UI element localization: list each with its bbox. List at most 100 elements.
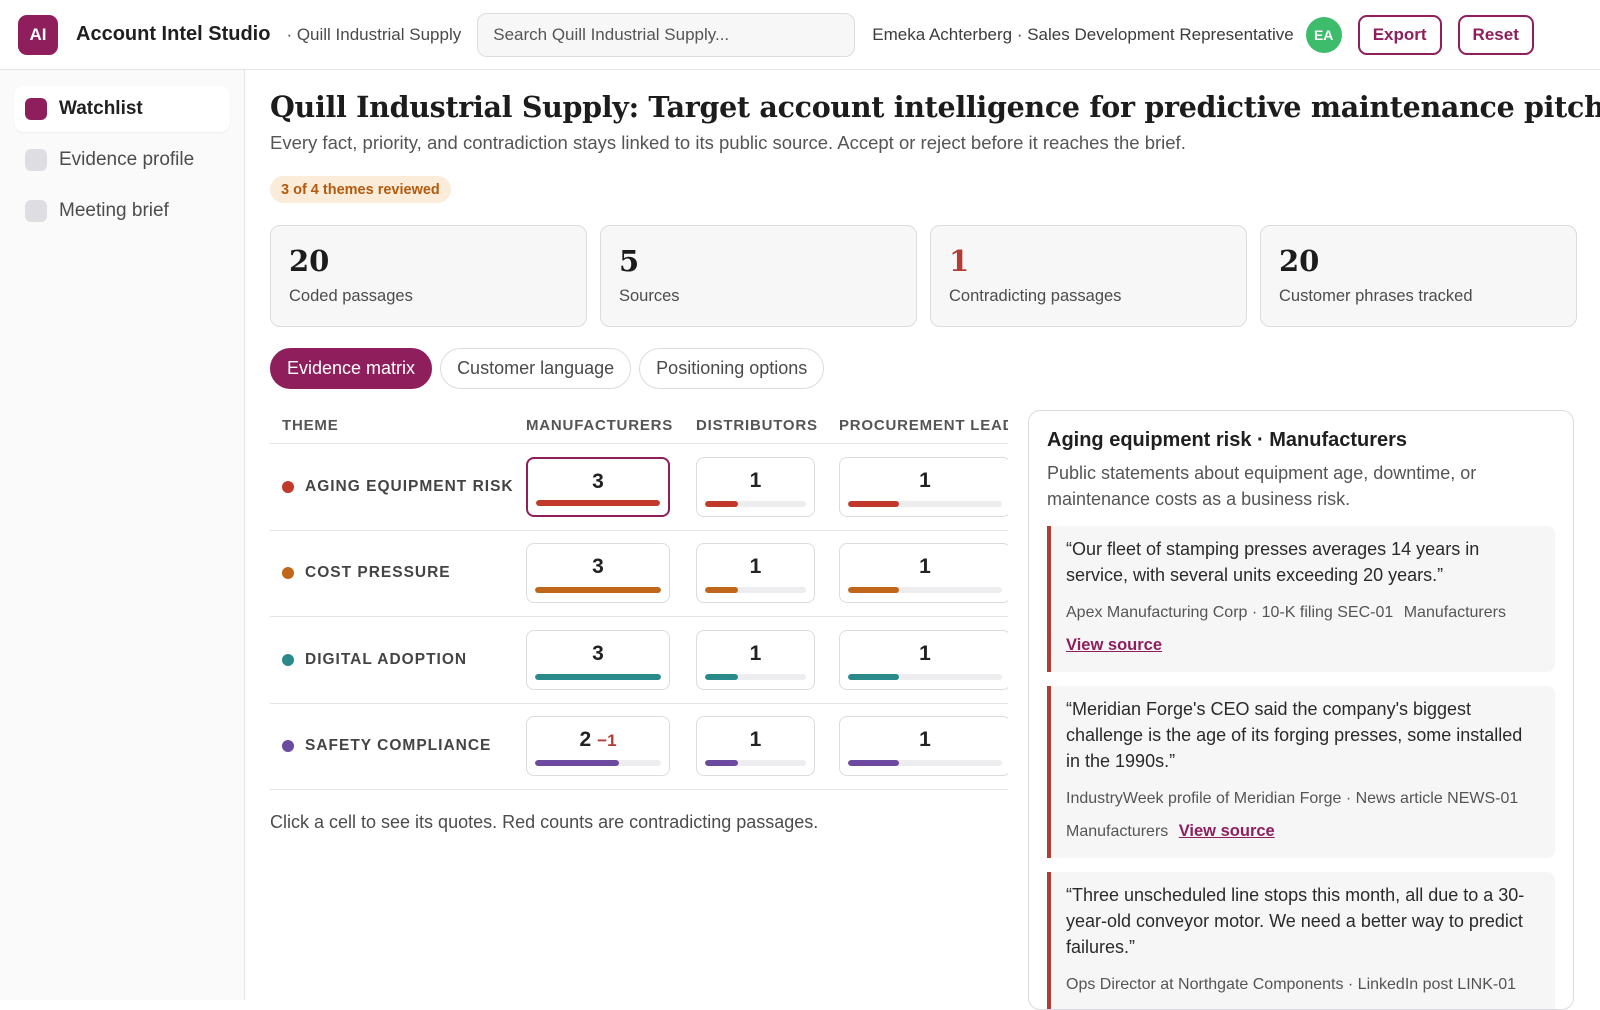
column-header-theme: THEME <box>282 417 339 434</box>
count-bar-track <box>705 500 806 507</box>
app-title: Account Intel Studio <box>76 23 271 45</box>
search-input[interactable] <box>477 12 856 57</box>
stat-value: 1 <box>949 244 970 278</box>
count-bar-track <box>848 760 1002 767</box>
tab-customer-language[interactable]: Customer language <box>440 348 632 389</box>
cell-count: 3 <box>592 641 604 665</box>
evidence-matrix: THEME MANUFACTURERS DISTRIBUTORS PROCURE… <box>270 408 1008 790</box>
avatar[interactable]: EA <box>1305 16 1342 53</box>
matrix-column-slot: 1 <box>696 543 839 604</box>
cell-count: 1 <box>919 468 931 492</box>
theme-color-dot-icon <box>282 480 294 493</box>
quote-card: “Our fleet of stamping presses averages … <box>1047 526 1555 672</box>
cell-count-line: 1 <box>919 641 931 667</box>
quote-meta: IndustryWeek profile of Meridian Forge ·… <box>1066 782 1537 848</box>
sidebar-item-meeting-brief[interactable]: Meeting brief <box>14 188 230 234</box>
stat-card-coded-passages: 20 Coded passages <box>270 225 587 327</box>
app-logo: AI <box>18 14 58 55</box>
count-bar-fill <box>848 587 899 594</box>
count-bar-track <box>535 587 661 594</box>
count-bar-track <box>705 587 806 594</box>
watchlist-icon <box>25 98 47 120</box>
breadcrumb[interactable]: · Quill Industrial Supply <box>286 25 461 45</box>
sidebar-item-watchlist[interactable]: Watchlist <box>14 86 230 132</box>
theme-color-dot-icon <box>282 740 294 753</box>
matrix-column-slot: 1 <box>696 456 839 517</box>
stat-value: 20 <box>1279 244 1320 278</box>
quote-card: “Meridian Forge's CEO said the company's… <box>1047 686 1555 858</box>
view-source-link[interactable]: View source <box>1066 636 1162 654</box>
cell-count: 1 <box>749 641 762 665</box>
matrix-cell-procurement-lead[interactable]: 1 <box>839 456 1008 517</box>
matrix-cell-distributors[interactable]: 1 <box>696 456 815 517</box>
matrix-cell-distributors[interactable]: 1 <box>696 716 815 777</box>
matrix-cell-procurement-lead[interactable]: 1 <box>839 543 1008 604</box>
user-name: Emeka Achterberg · Sales Development Rep… <box>872 24 1294 44</box>
reset-button[interactable]: Reset <box>1457 14 1534 55</box>
contradiction-count: −1 <box>597 731 617 751</box>
page-title: Quill Industrial Supply: Target account … <box>270 90 1600 124</box>
stat-label: Contradicting passages <box>949 287 1122 305</box>
quote-text: “Our fleet of stamping presses averages … <box>1066 539 1480 585</box>
matrix-column-slot: 3 <box>526 543 696 604</box>
quote-meta: Apex Manufacturing Corp · 10-K filing SE… <box>1066 596 1537 662</box>
matrix-cell-manufacturers[interactable]: 3 <box>526 629 670 690</box>
count-bar-fill <box>535 673 661 680</box>
count-bar-fill <box>535 587 661 594</box>
count-bar-fill <box>705 587 739 594</box>
theme-name: DIGITAL ADOPTION <box>305 650 468 668</box>
count-bar-fill <box>848 500 899 507</box>
matrix-cell-procurement-lead[interactable]: 1 <box>839 716 1008 777</box>
column-header-manufacturers: MANUFACTURERS <box>526 417 674 434</box>
sidebar: Watchlist Evidence profile Meeting brief <box>0 70 245 1000</box>
tab-positioning-options[interactable]: Positioning options <box>639 348 825 389</box>
count-bar-track <box>848 500 1002 507</box>
sidebar-item-evidence-profile[interactable]: Evidence profile <box>14 137 230 183</box>
cell-count-line: 1 <box>750 468 762 494</box>
matrix-column-slot: 3 <box>526 629 696 690</box>
matrix-header: THEME MANUFACTURERS DISTRIBUTORS PROCURE… <box>270 408 1008 444</box>
evidence-profile-icon <box>25 149 47 171</box>
matrix-cell-manufacturers[interactable]: 3 <box>526 543 670 604</box>
export-button[interactable]: Export <box>1357 14 1442 55</box>
count-bar-fill <box>535 760 620 767</box>
matrix-column-slot: 2 −1 <box>526 716 696 777</box>
cell-count-line: 1 <box>919 468 931 494</box>
matrix-column-slot: 1 <box>839 543 1008 604</box>
theme-name: SAFETY COMPLIANCE <box>305 737 492 755</box>
matrix-row: SAFETY COMPLIANCE 2 −1 1 1 <box>270 704 1008 790</box>
page-subtitle: Every fact, priority, and contradiction … <box>270 132 1186 153</box>
matrix-column-slot: 3 <box>526 456 696 517</box>
tab-evidence-matrix[interactable]: Evidence matrix <box>270 348 433 389</box>
top-bar: AI Account Intel Studio · Quill Industri… <box>0 0 1600 70</box>
cell-count: 1 <box>919 728 931 752</box>
matrix-column-slot: 1 <box>839 629 1008 690</box>
matrix-column-slot: 1 <box>839 716 1008 777</box>
sidebar-item-label: Evidence profile <box>59 149 195 170</box>
quote-segment: Manufacturers <box>1066 823 1169 840</box>
cell-count-line: 1 <box>750 727 762 753</box>
cell-count-line: 2 −1 <box>579 727 616 754</box>
matrix-cell-manufacturers[interactable]: 3 <box>526 456 670 517</box>
stat-card-customer-phrases: 20 Customer phrases tracked <box>1260 225 1577 327</box>
sidebar-item-label: Meeting brief <box>59 200 169 221</box>
stat-label: Coded passages <box>289 287 413 305</box>
cell-count: 1 <box>749 468 762 492</box>
matrix-cell-distributors[interactable]: 1 <box>696 543 815 604</box>
cell-count-line: 1 <box>750 554 762 580</box>
count-bar-track <box>535 760 661 767</box>
count-bar-fill <box>705 760 739 767</box>
matrix-cell-distributors[interactable]: 1 <box>696 629 815 690</box>
view-tabs: Evidence matrix Customer language Positi… <box>270 348 825 389</box>
quote-source: Apex Manufacturing Corp · 10-K filing SE… <box>1066 604 1394 621</box>
column-header-distributors: DISTRIBUTORS <box>696 417 818 434</box>
matrix-cell-manufacturers[interactable]: 2 −1 <box>526 716 670 777</box>
theme-color-dot-icon <box>282 653 294 666</box>
count-bar-track <box>848 673 1002 680</box>
sidebar-item-label: Watchlist <box>59 98 143 119</box>
theme-cell: DIGITAL ADOPTION <box>270 651 526 669</box>
matrix-cell-procurement-lead[interactable]: 1 <box>839 629 1008 690</box>
cell-count-line: 3 <box>592 469 604 495</box>
quote-card: “Three unscheduled line stops this month… <box>1047 872 1555 1009</box>
view-source-link[interactable]: View source <box>1179 822 1275 840</box>
